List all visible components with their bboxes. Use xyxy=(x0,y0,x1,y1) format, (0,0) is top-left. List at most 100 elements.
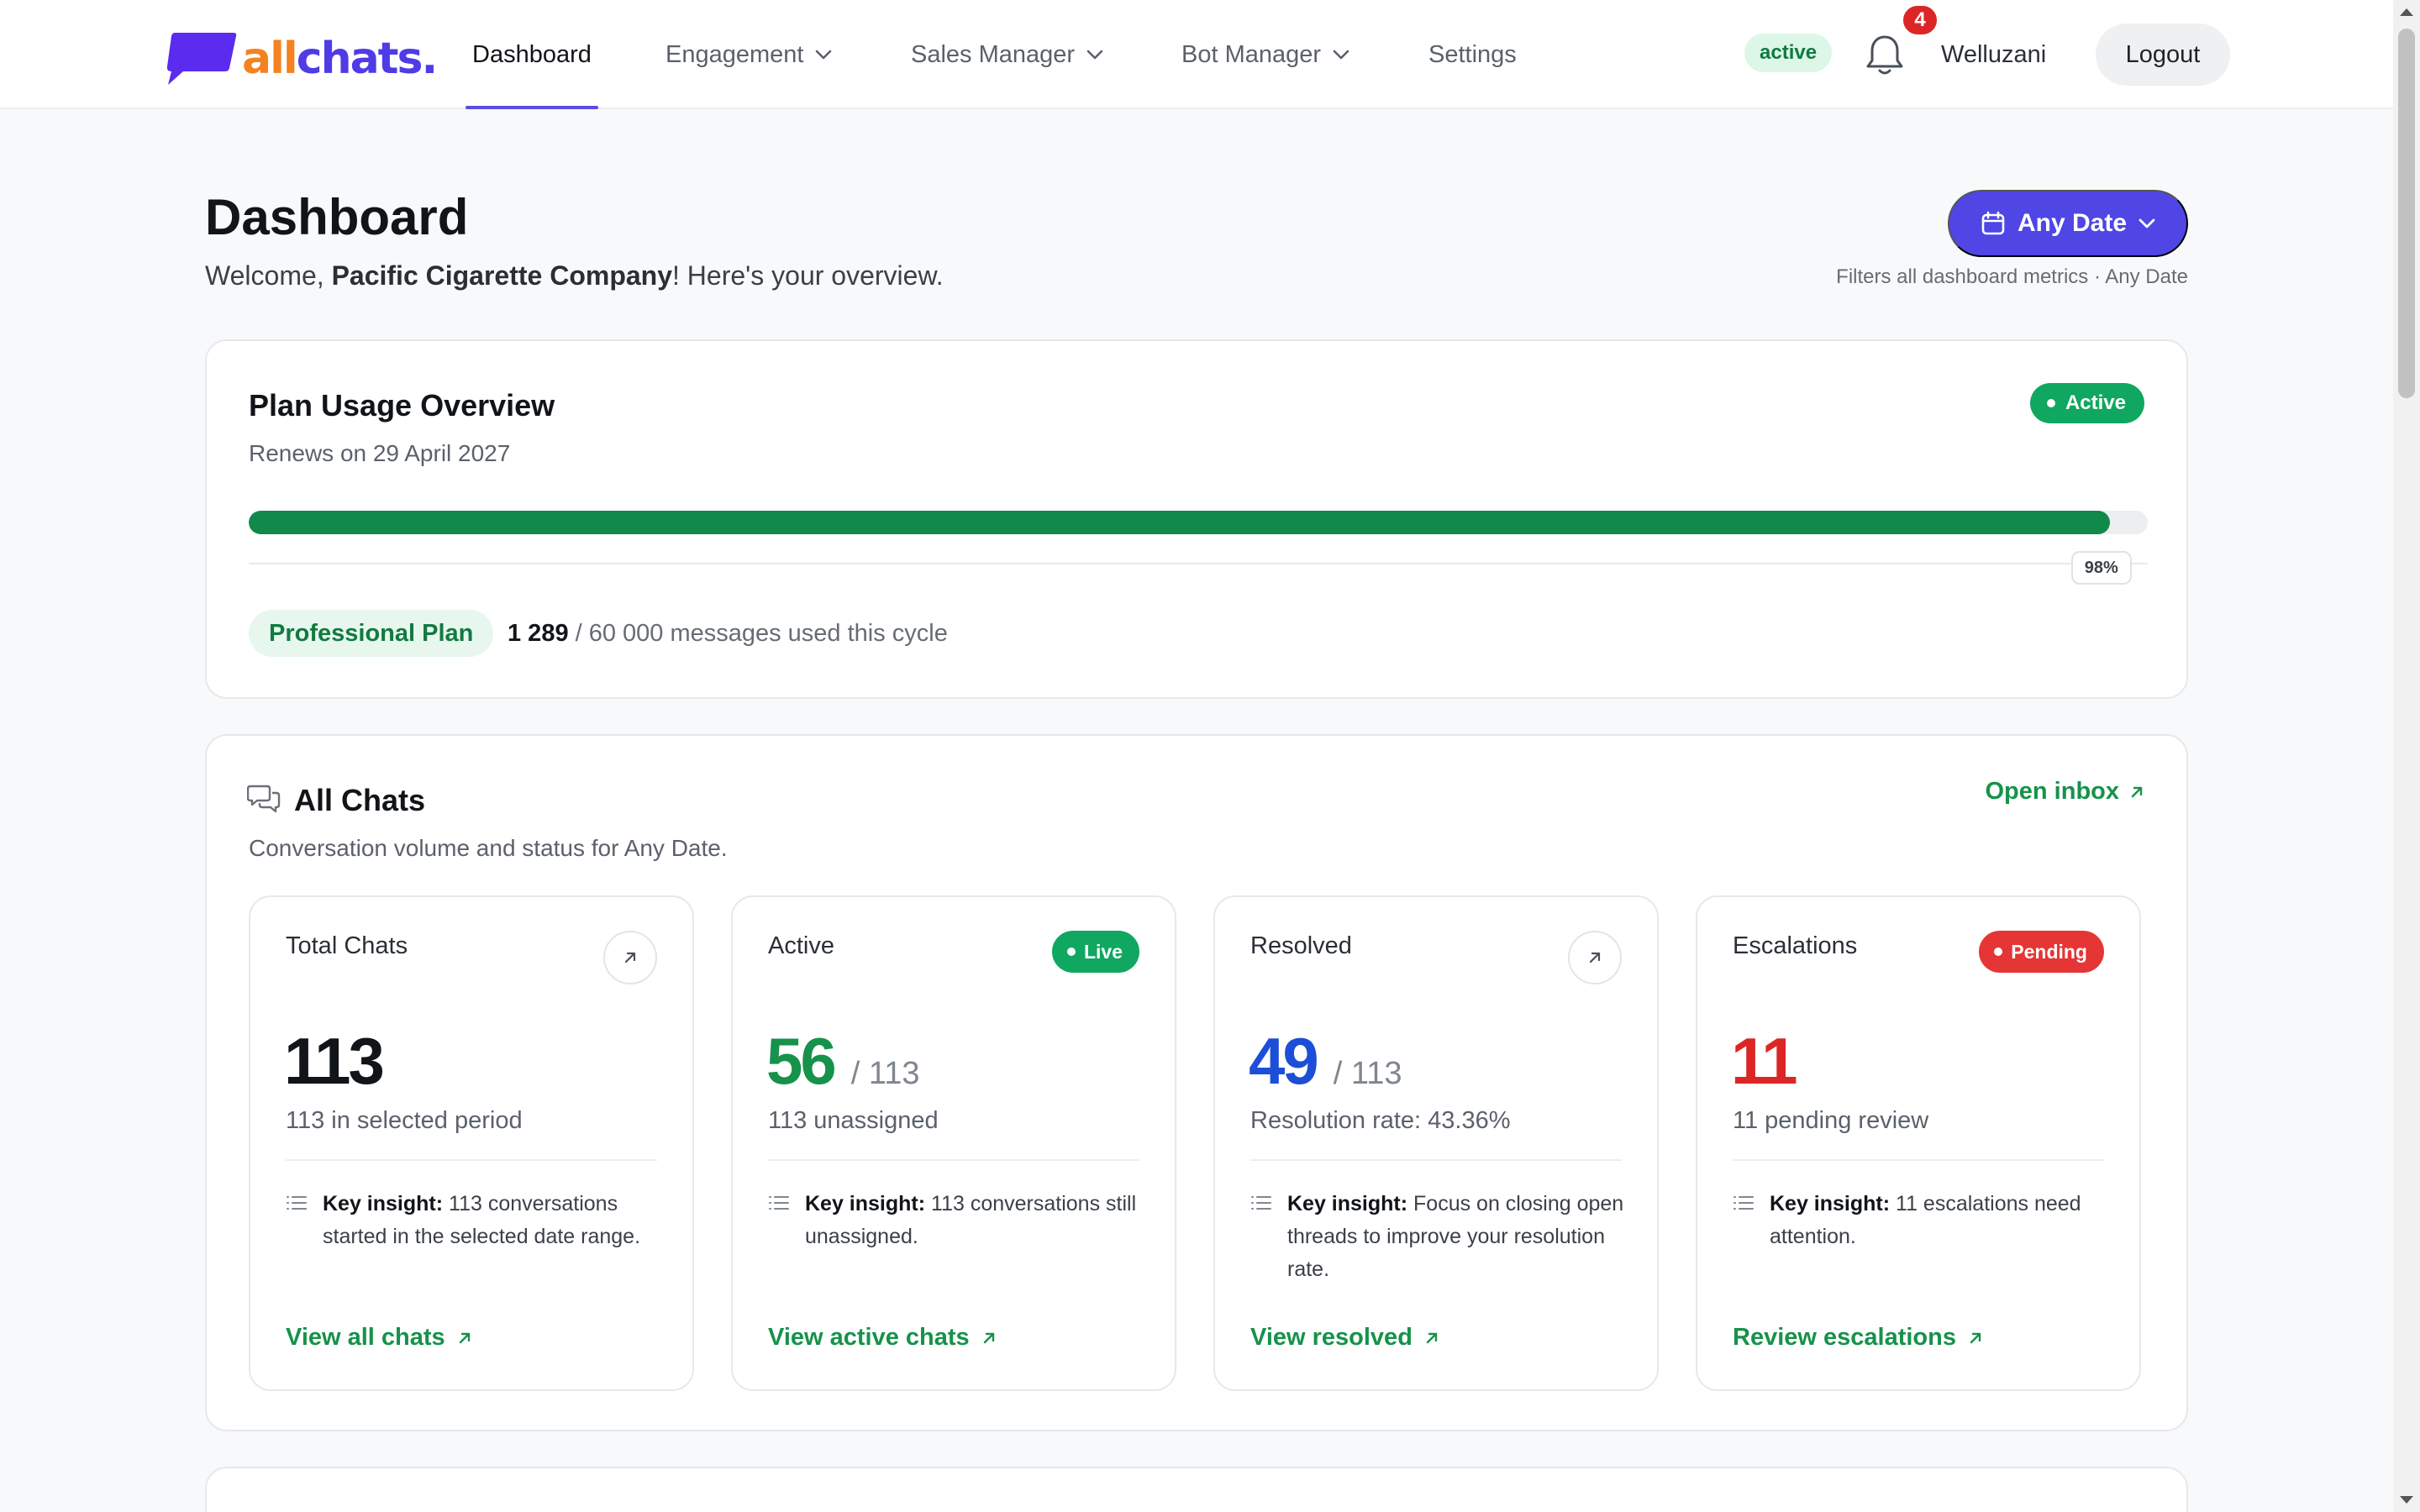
stat-insight: Key insight: 11 escalations need attenti… xyxy=(1733,1188,2109,1253)
plan-usage-title: Plan Usage Overview xyxy=(249,388,555,423)
stat-subtext: 113 unassigned xyxy=(768,1107,939,1134)
usage-progress-fill xyxy=(249,511,2110,534)
arrow-up-right-icon xyxy=(1970,1332,1981,1343)
nav-settings[interactable]: Settings xyxy=(1428,0,1517,109)
page-scrollbar[interactable] xyxy=(2393,0,2420,1512)
nav-bot-manager[interactable]: Bot Manager xyxy=(1181,0,1349,109)
stat-total: / 113 xyxy=(850,1056,920,1091)
stat-insight: Key insight: Focus on closing open threa… xyxy=(1250,1188,1627,1286)
stat-total: / 113 xyxy=(1333,1056,1402,1091)
list-icon xyxy=(769,1196,789,1210)
stat-value: 49/ 113 xyxy=(1249,1024,1402,1098)
status-dot-icon xyxy=(1066,948,1076,956)
open-inbox-link[interactable]: Open inbox xyxy=(1986,778,2145,806)
chat-bubbles-icon xyxy=(247,785,281,813)
stat-label: Total Chats xyxy=(286,932,408,959)
chevron-down-icon xyxy=(1086,50,1103,60)
stat-subtext: 11 pending review xyxy=(1733,1107,1929,1134)
arrow-up-right-icon xyxy=(459,1332,470,1343)
arrow-up-right-icon xyxy=(1426,1332,1438,1343)
view-all-chats-link[interactable]: View all chats xyxy=(286,1324,472,1352)
account-status-pill: active xyxy=(1744,34,1833,72)
user-name[interactable]: Welluzani xyxy=(1941,0,2046,109)
stat-divider xyxy=(1250,1159,1622,1161)
stat-subtext: Resolution rate: 43.36% xyxy=(1250,1107,1511,1134)
calendar-icon xyxy=(1981,211,2005,235)
nav-dashboard-label: Dashboard xyxy=(472,40,592,68)
usage-progress-bar xyxy=(249,511,2148,534)
company-name: Pacific Cigarette Company xyxy=(331,260,673,291)
stat-card-active: Active Live 56/ 113 113 unassigned Key i… xyxy=(731,895,1176,1391)
open-resolved-button[interactable] xyxy=(1568,931,1622,984)
list-icon xyxy=(1251,1196,1271,1210)
nav-engagement-label: Engagement xyxy=(666,40,804,68)
open-total-chats-button[interactable] xyxy=(603,931,657,984)
nav-engagement[interactable]: Engagement xyxy=(666,0,832,109)
nav-sales-manager[interactable]: Sales Manager xyxy=(911,0,1103,109)
chevron-down-icon xyxy=(2139,218,2155,228)
review-escalations-link[interactable]: Review escalations xyxy=(1733,1324,1983,1352)
scroll-down-arrow-icon[interactable] xyxy=(2400,1496,2413,1504)
plan-renewal-date: Renews on 29 April 2027 xyxy=(249,440,511,466)
pending-badge: Pending xyxy=(1979,931,2104,973)
stat-card-resolved: Resolved 49/ 113 Resolution rate: 43.36%… xyxy=(1213,895,1659,1391)
plan-status-badge: Active xyxy=(2029,383,2144,423)
nav-bot-manager-label: Bot Manager xyxy=(1181,40,1322,68)
date-filter-button[interactable]: Any Date xyxy=(1948,190,2188,257)
stat-label: Resolved xyxy=(1250,932,1352,959)
top-navbar: allchats. Dashboard Engagement Sales Man… xyxy=(0,0,2393,109)
list-icon xyxy=(1733,1196,1754,1210)
arrow-up-right-icon xyxy=(1589,952,1601,963)
date-filter-note: Filters all dashboard metrics · Any Date xyxy=(1836,265,2188,288)
scroll-up-arrow-icon[interactable] xyxy=(2400,8,2413,16)
stat-subtext: 113 in selected period xyxy=(286,1107,523,1134)
plan-usage-card: Plan Usage Overview Renews on 29 April 2… xyxy=(205,339,2188,699)
chevron-down-icon xyxy=(816,50,832,60)
stat-insight: Key insight: 113 conversations still una… xyxy=(768,1188,1144,1253)
logo-text-chats: chats. xyxy=(296,34,438,84)
arrow-up-right-icon xyxy=(2131,786,2143,797)
usage-percent-label: 98% xyxy=(2070,551,2132,585)
status-dot-icon xyxy=(2046,399,2055,407)
notifications-button[interactable] xyxy=(1864,32,1906,77)
view-resolved-link[interactable]: View resolved xyxy=(1250,1324,1439,1352)
message-usage-text: 1 289 / 60 000 messages used this cycle xyxy=(508,619,948,647)
arrow-up-right-icon xyxy=(624,952,636,963)
page-title: Dashboard xyxy=(205,189,469,245)
chevron-down-icon xyxy=(1333,50,1349,60)
all-chats-title: All Chats xyxy=(294,783,426,817)
stat-insight: Key insight: 113 conversations started i… xyxy=(286,1188,662,1253)
next-section-card xyxy=(205,1467,2188,1512)
scrollbar-thumb[interactable] xyxy=(2398,29,2415,398)
bell-icon xyxy=(1866,35,1903,75)
all-chats-card: All Chats Conversation volume and status… xyxy=(205,734,2188,1431)
notification-count-badge: 4 xyxy=(1901,3,1939,37)
stat-value: 11 xyxy=(1731,1024,1797,1098)
stat-value: 113 xyxy=(284,1024,385,1098)
messages-used-count: 1 289 xyxy=(508,619,569,647)
brand-logo[interactable]: allchats. xyxy=(163,27,438,91)
speech-bubble-logo-icon xyxy=(166,33,237,85)
progress-divider xyxy=(249,563,2148,564)
logout-button[interactable]: Logout xyxy=(2096,24,2230,86)
stat-divider xyxy=(768,1159,1139,1161)
logo-text-all: all xyxy=(242,34,298,84)
nav-settings-label: Settings xyxy=(1428,40,1517,68)
stat-card-escalations: Escalations Pending 11 11 pending review… xyxy=(1696,895,2141,1391)
stat-label: Escalations xyxy=(1733,932,1858,959)
stat-label: Active xyxy=(768,932,834,959)
list-icon xyxy=(287,1196,307,1210)
nav-dashboard[interactable]: Dashboard xyxy=(466,0,598,109)
welcome-message: Welcome, Pacific Cigarette Company! Here… xyxy=(205,260,944,291)
stat-divider xyxy=(1733,1159,2104,1161)
nav-sales-manager-label: Sales Manager xyxy=(911,40,1076,68)
plan-name-badge: Professional Plan xyxy=(249,610,494,657)
all-chats-subtitle: Conversation volume and status for Any D… xyxy=(249,835,728,861)
stat-value: 56/ 113 xyxy=(766,1024,920,1098)
live-badge: Live xyxy=(1051,931,1139,973)
view-active-chats-link[interactable]: View active chats xyxy=(768,1324,997,1352)
stat-divider xyxy=(286,1159,657,1161)
date-filter-label: Any Date xyxy=(2017,209,2128,237)
arrow-up-right-icon xyxy=(983,1332,994,1343)
status-dot-icon xyxy=(1994,948,2003,956)
